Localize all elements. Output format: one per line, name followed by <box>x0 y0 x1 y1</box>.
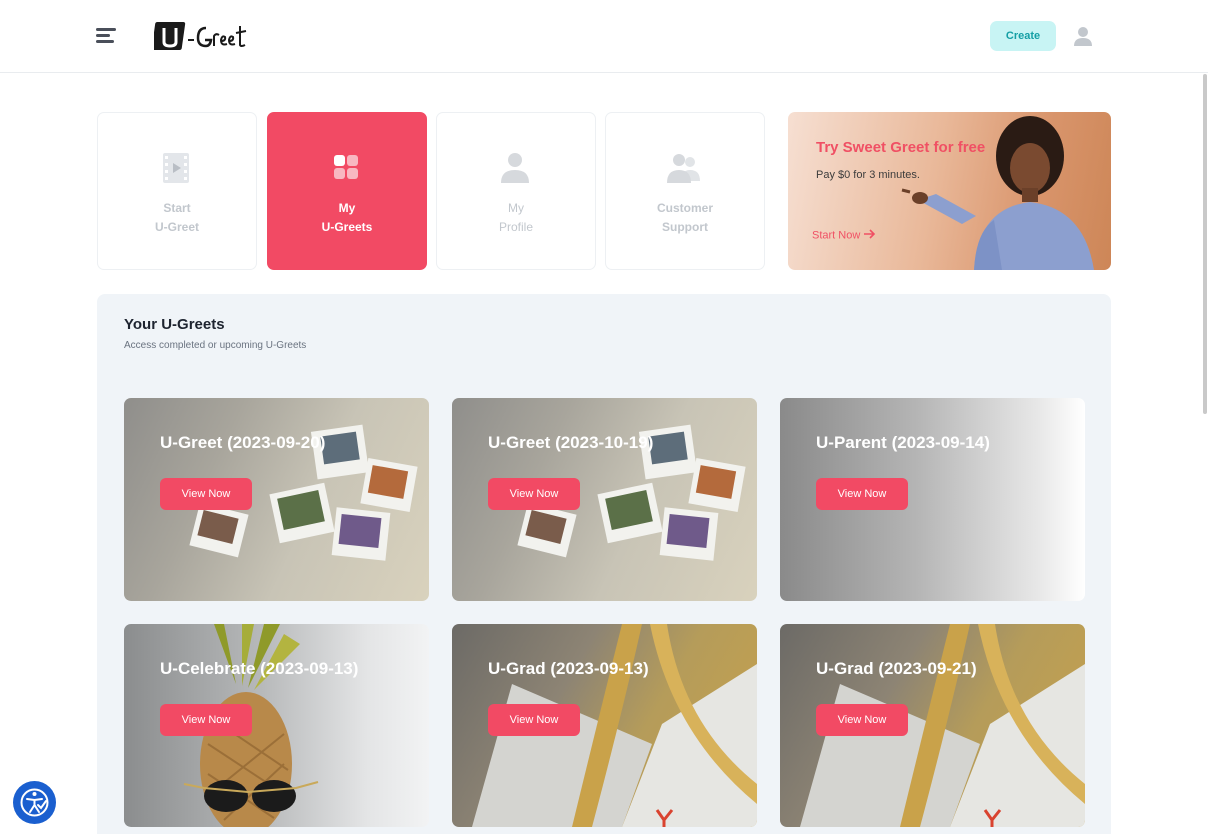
promo-banner[interactable]: Try Sweet Greet for free Pay $0 for 3 mi… <box>788 112 1111 270</box>
u-greet-card[interactable]: U-Parent (2023-09-14) View Now <box>780 398 1085 601</box>
nav-tile-my-profile[interactable]: My Profile <box>436 112 596 270</box>
video-icon <box>156 151 196 185</box>
u-greets-panel: Your U-Greets Access completed or upcomi… <box>97 294 1111 834</box>
nav-tile-label: Customer Support <box>656 201 713 234</box>
u-greet-card[interactable]: U-Greet (2023-10-19) View Now <box>452 398 757 601</box>
user-icon <box>495 151 535 185</box>
nav-tile-label: My Profile <box>498 201 533 234</box>
section-subtitle: Access completed or upcoming U-Greets <box>124 340 307 351</box>
card-title: U-Greet (2023-09-20) <box>160 433 326 452</box>
view-now-button[interactable]: View Now <box>816 704 908 736</box>
nav-tile-label: My U-Greets <box>321 201 373 234</box>
promo-title: Try Sweet Greet for free <box>816 139 986 156</box>
card-title: U-Grad (2023-09-13) <box>488 659 649 678</box>
create-button[interactable]: Create <box>990 21 1056 51</box>
accessibility-button[interactable] <box>13 781 56 824</box>
u-greet-card[interactable]: U-Grad (2023-09-21) View Now <box>780 624 1085 827</box>
arrow-right-icon <box>863 228 877 243</box>
start-now-link[interactable]: Start Now <box>812 228 877 243</box>
promo-subtitle: Pay $0 for 3 minutes. <box>816 169 920 181</box>
nav-tile-my-u-greets[interactable]: My U-Greets <box>267 112 427 270</box>
card-title: U-Parent (2023-09-14) <box>816 433 990 452</box>
card-title: U-Celebrate (2023-09-13) <box>160 659 359 678</box>
view-now-button[interactable]: View Now <box>160 478 252 510</box>
view-now-button[interactable]: View Now <box>160 704 252 736</box>
page-scrollbar[interactable] <box>1203 74 1207 414</box>
nav-tile-label: Start U-Greet <box>154 201 199 234</box>
card-title: U-Grad (2023-09-21) <box>816 659 977 678</box>
nav-tile-start-u-greet[interactable]: Start U-Greet <box>97 112 257 270</box>
u-greet-logo[interactable] <box>151 18 254 54</box>
view-now-button[interactable]: View Now <box>488 478 580 510</box>
view-now-button[interactable]: View Now <box>488 704 580 736</box>
u-greet-card[interactable]: U-Grad (2023-09-13) View Now <box>452 624 757 827</box>
account-icon[interactable] <box>1072 25 1094 47</box>
card-title: U-Greet (2023-10-19) <box>488 433 654 452</box>
promo-woman-image <box>898 112 1111 270</box>
menu-icon[interactable] <box>96 26 118 46</box>
accessibility-icon <box>20 788 49 817</box>
grid-icon <box>326 151 366 185</box>
view-now-button[interactable]: View Now <box>816 478 908 510</box>
u-greet-card[interactable]: U-Celebrate (2023-09-13) View Now <box>124 624 429 827</box>
nav-tile-customer-support[interactable]: Customer Support <box>605 112 765 270</box>
users-icon <box>664 151 704 185</box>
section-title: Your U-Greets <box>124 316 225 333</box>
top-header: Create <box>0 0 1208 73</box>
u-greet-card[interactable]: U-Greet (2023-09-20) View Now <box>124 398 429 601</box>
